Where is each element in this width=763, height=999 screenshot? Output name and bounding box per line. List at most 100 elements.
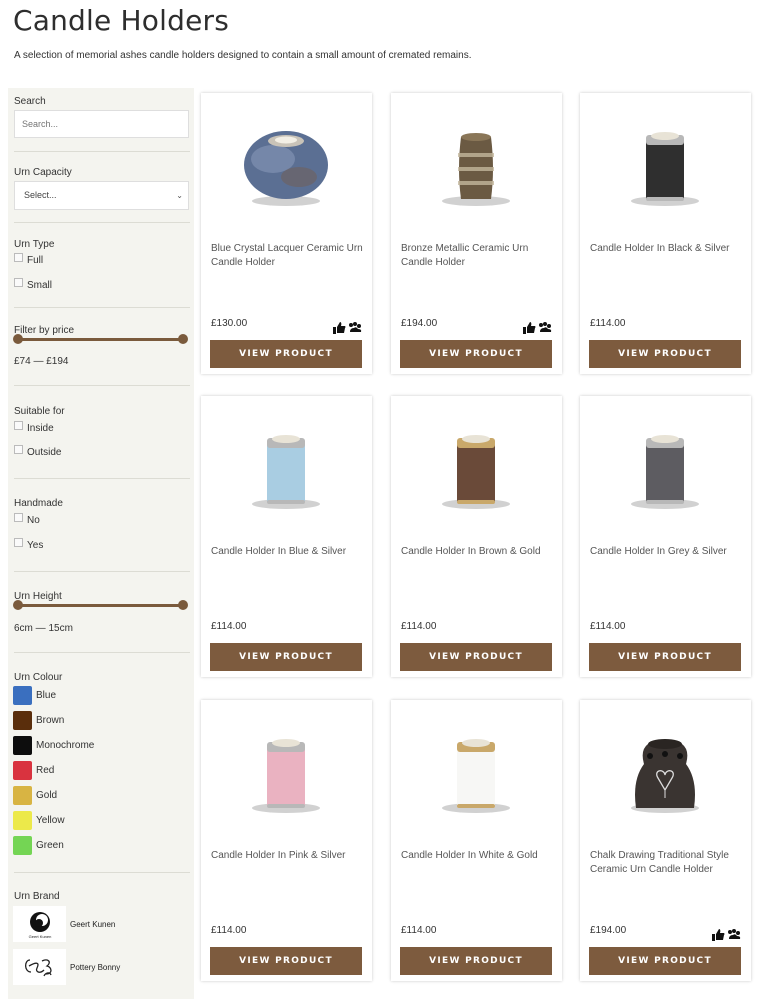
product-card[interactable]: Blue Crystal Lacquer Ceramic Urn Candle … <box>201 93 372 374</box>
divider <box>14 307 190 308</box>
handmade-label: Handmade <box>14 498 63 509</box>
checkbox-label: Full <box>27 255 44 266</box>
price-slider-min-handle[interactable] <box>13 334 23 344</box>
product-name[interactable]: Candle Holder In Brown & Gold <box>401 545 553 559</box>
handmade-yes-checkbox[interactable]: Yes <box>14 538 43 551</box>
checkbox[interactable] <box>14 421 23 430</box>
height-slider-min-handle[interactable] <box>13 600 23 610</box>
product-card[interactable]: Candle Holder In Grey & Silver £114.00 VIE… <box>580 396 751 677</box>
product-image[interactable] <box>391 93 562 233</box>
eco-icons <box>333 322 362 334</box>
colour-option[interactable]: Brown <box>13 711 64 730</box>
colour-label: Blue <box>36 690 57 701</box>
height-slider-max-handle[interactable] <box>178 600 188 610</box>
checkbox[interactable] <box>14 538 23 547</box>
urn-type-small-checkbox[interactable]: Small <box>14 278 52 291</box>
product-name[interactable]: Candle Holder In Blue & Silver <box>211 545 363 559</box>
colour-option[interactable]: Red <box>13 761 54 780</box>
product-name[interactable]: Candle Holder In White & Gold <box>401 849 553 863</box>
view-product-button[interactable]: VIEW PRODUCT <box>589 947 741 975</box>
brand-geert-kunen[interactable]: Geert Kunen Geert Kunen <box>13 906 115 942</box>
colour-option[interactable]: Blue <box>13 686 56 705</box>
product-image[interactable] <box>391 700 562 840</box>
checkbox[interactable] <box>14 445 23 454</box>
product-card[interactable]: Bronze Metallic Ceramic Urn Candle Holde… <box>391 93 562 374</box>
product-image[interactable] <box>201 396 372 536</box>
colour-label: Green <box>36 840 64 851</box>
product-image[interactable] <box>580 396 751 536</box>
eco-icons <box>712 929 741 941</box>
product-card[interactable]: Candle Holder In Brown & Gold £114.00 VIEW… <box>391 396 562 677</box>
search-input[interactable] <box>14 110 189 138</box>
colour-swatch[interactable] <box>13 686 32 705</box>
height-slider-track[interactable] <box>18 604 184 607</box>
product-image[interactable] <box>580 700 751 840</box>
colour-label: Gold <box>36 790 58 801</box>
page-title: Candle Holders <box>13 4 229 37</box>
chevron-down-icon: ⌄ <box>176 191 183 200</box>
colour-label: Red <box>36 765 55 776</box>
product-name[interactable]: Bronze Metallic Ceramic Urn Candle Holde… <box>401 242 553 270</box>
suitable-outside-checkbox[interactable]: Outside <box>14 445 61 458</box>
suitable-inside-checkbox[interactable]: Inside <box>14 421 54 434</box>
divider <box>14 151 190 152</box>
checkbox[interactable] <box>14 513 23 522</box>
colour-swatch[interactable] <box>13 836 32 855</box>
product-name[interactable]: Candle Holder In Pink & Silver <box>211 849 363 863</box>
checkbox[interactable] <box>14 278 23 287</box>
product-price: £130.00 <box>211 318 248 329</box>
view-product-button[interactable]: VIEW PRODUCT <box>400 340 552 368</box>
product-name[interactable]: Candle Holder In Black & Silver <box>590 242 742 256</box>
price-filter-label: Filter by price <box>14 325 75 336</box>
divider <box>14 385 190 386</box>
product-name[interactable]: Candle Holder In Grey & Silver <box>590 545 742 559</box>
checkbox-label: Inside <box>27 423 54 434</box>
colour-swatch[interactable] <box>13 786 32 805</box>
suitable-for-label: Suitable for <box>14 406 65 417</box>
urn-type-label: Urn Type <box>14 239 55 250</box>
paw-cloud-icon <box>539 322 552 332</box>
product-image[interactable] <box>391 396 562 536</box>
view-product-button[interactable]: VIEW PRODUCT <box>210 643 362 671</box>
product-image[interactable] <box>580 93 751 233</box>
view-product-button[interactable]: VIEW PRODUCT <box>400 947 552 975</box>
product-card[interactable]: Candle Holder In Pink & Silver £114.00 VIE… <box>201 700 372 981</box>
colour-swatch[interactable] <box>13 736 32 755</box>
colour-option[interactable]: Monochrome <box>13 736 94 755</box>
divider <box>14 872 190 873</box>
product-name[interactable]: Chalk Drawing Traditional Style Ceramic … <box>590 849 742 877</box>
colour-swatch[interactable] <box>13 811 32 830</box>
checkbox-label: No <box>27 515 40 526</box>
price-slider-track[interactable] <box>18 338 184 341</box>
price-slider-max-handle[interactable] <box>178 334 188 344</box>
colour-option[interactable]: Gold <box>13 786 57 805</box>
divider <box>14 652 190 653</box>
colour-label: Yellow <box>36 815 65 826</box>
product-card[interactable]: Candle Holder In White & Gold £114.00 VIEW… <box>391 700 562 981</box>
brand-name: Pottery Bonny <box>70 962 121 972</box>
filter-sidebar: Search Urn Capacity Select... ⌄ Urn Type… <box>8 88 194 999</box>
view-product-button[interactable]: VIEW PRODUCT <box>210 340 362 368</box>
view-product-button[interactable]: VIEW PRODUCT <box>589 643 741 671</box>
view-product-button[interactable]: VIEW PRODUCT <box>210 947 362 975</box>
urn-brand-label: Urn Brand <box>14 891 60 902</box>
product-price: £194.00 <box>590 925 627 936</box>
urn-type-full-checkbox[interactable]: Full <box>14 253 44 266</box>
colour-option[interactable]: Yellow <box>13 811 65 830</box>
product-image[interactable] <box>201 93 372 233</box>
product-card[interactable]: Candle Holder In Black & Silver £114.00 VI… <box>580 93 751 374</box>
brand-pottery-bonny[interactable]: Pottery Bonny <box>13 949 120 985</box>
checkbox[interactable] <box>14 253 23 262</box>
colour-option[interactable]: Green <box>13 836 64 855</box>
colour-swatch[interactable] <box>13 761 32 780</box>
urn-capacity-select[interactable]: Select... ⌄ <box>14 181 189 210</box>
brand-name: Geert Kunen <box>70 919 116 929</box>
colour-swatch[interactable] <box>13 711 32 730</box>
product-name[interactable]: Blue Crystal Lacquer Ceramic Urn Candle … <box>211 242 363 270</box>
view-product-button[interactable]: VIEW PRODUCT <box>400 643 552 671</box>
product-card[interactable]: Chalk Drawing Traditional Style Ceramic … <box>580 700 751 981</box>
view-product-button[interactable]: VIEW PRODUCT <box>589 340 741 368</box>
product-image[interactable] <box>201 700 372 840</box>
product-card[interactable]: Candle Holder In Blue & Silver £114.00 VIE… <box>201 396 372 677</box>
handmade-no-checkbox[interactable]: No <box>14 513 40 526</box>
